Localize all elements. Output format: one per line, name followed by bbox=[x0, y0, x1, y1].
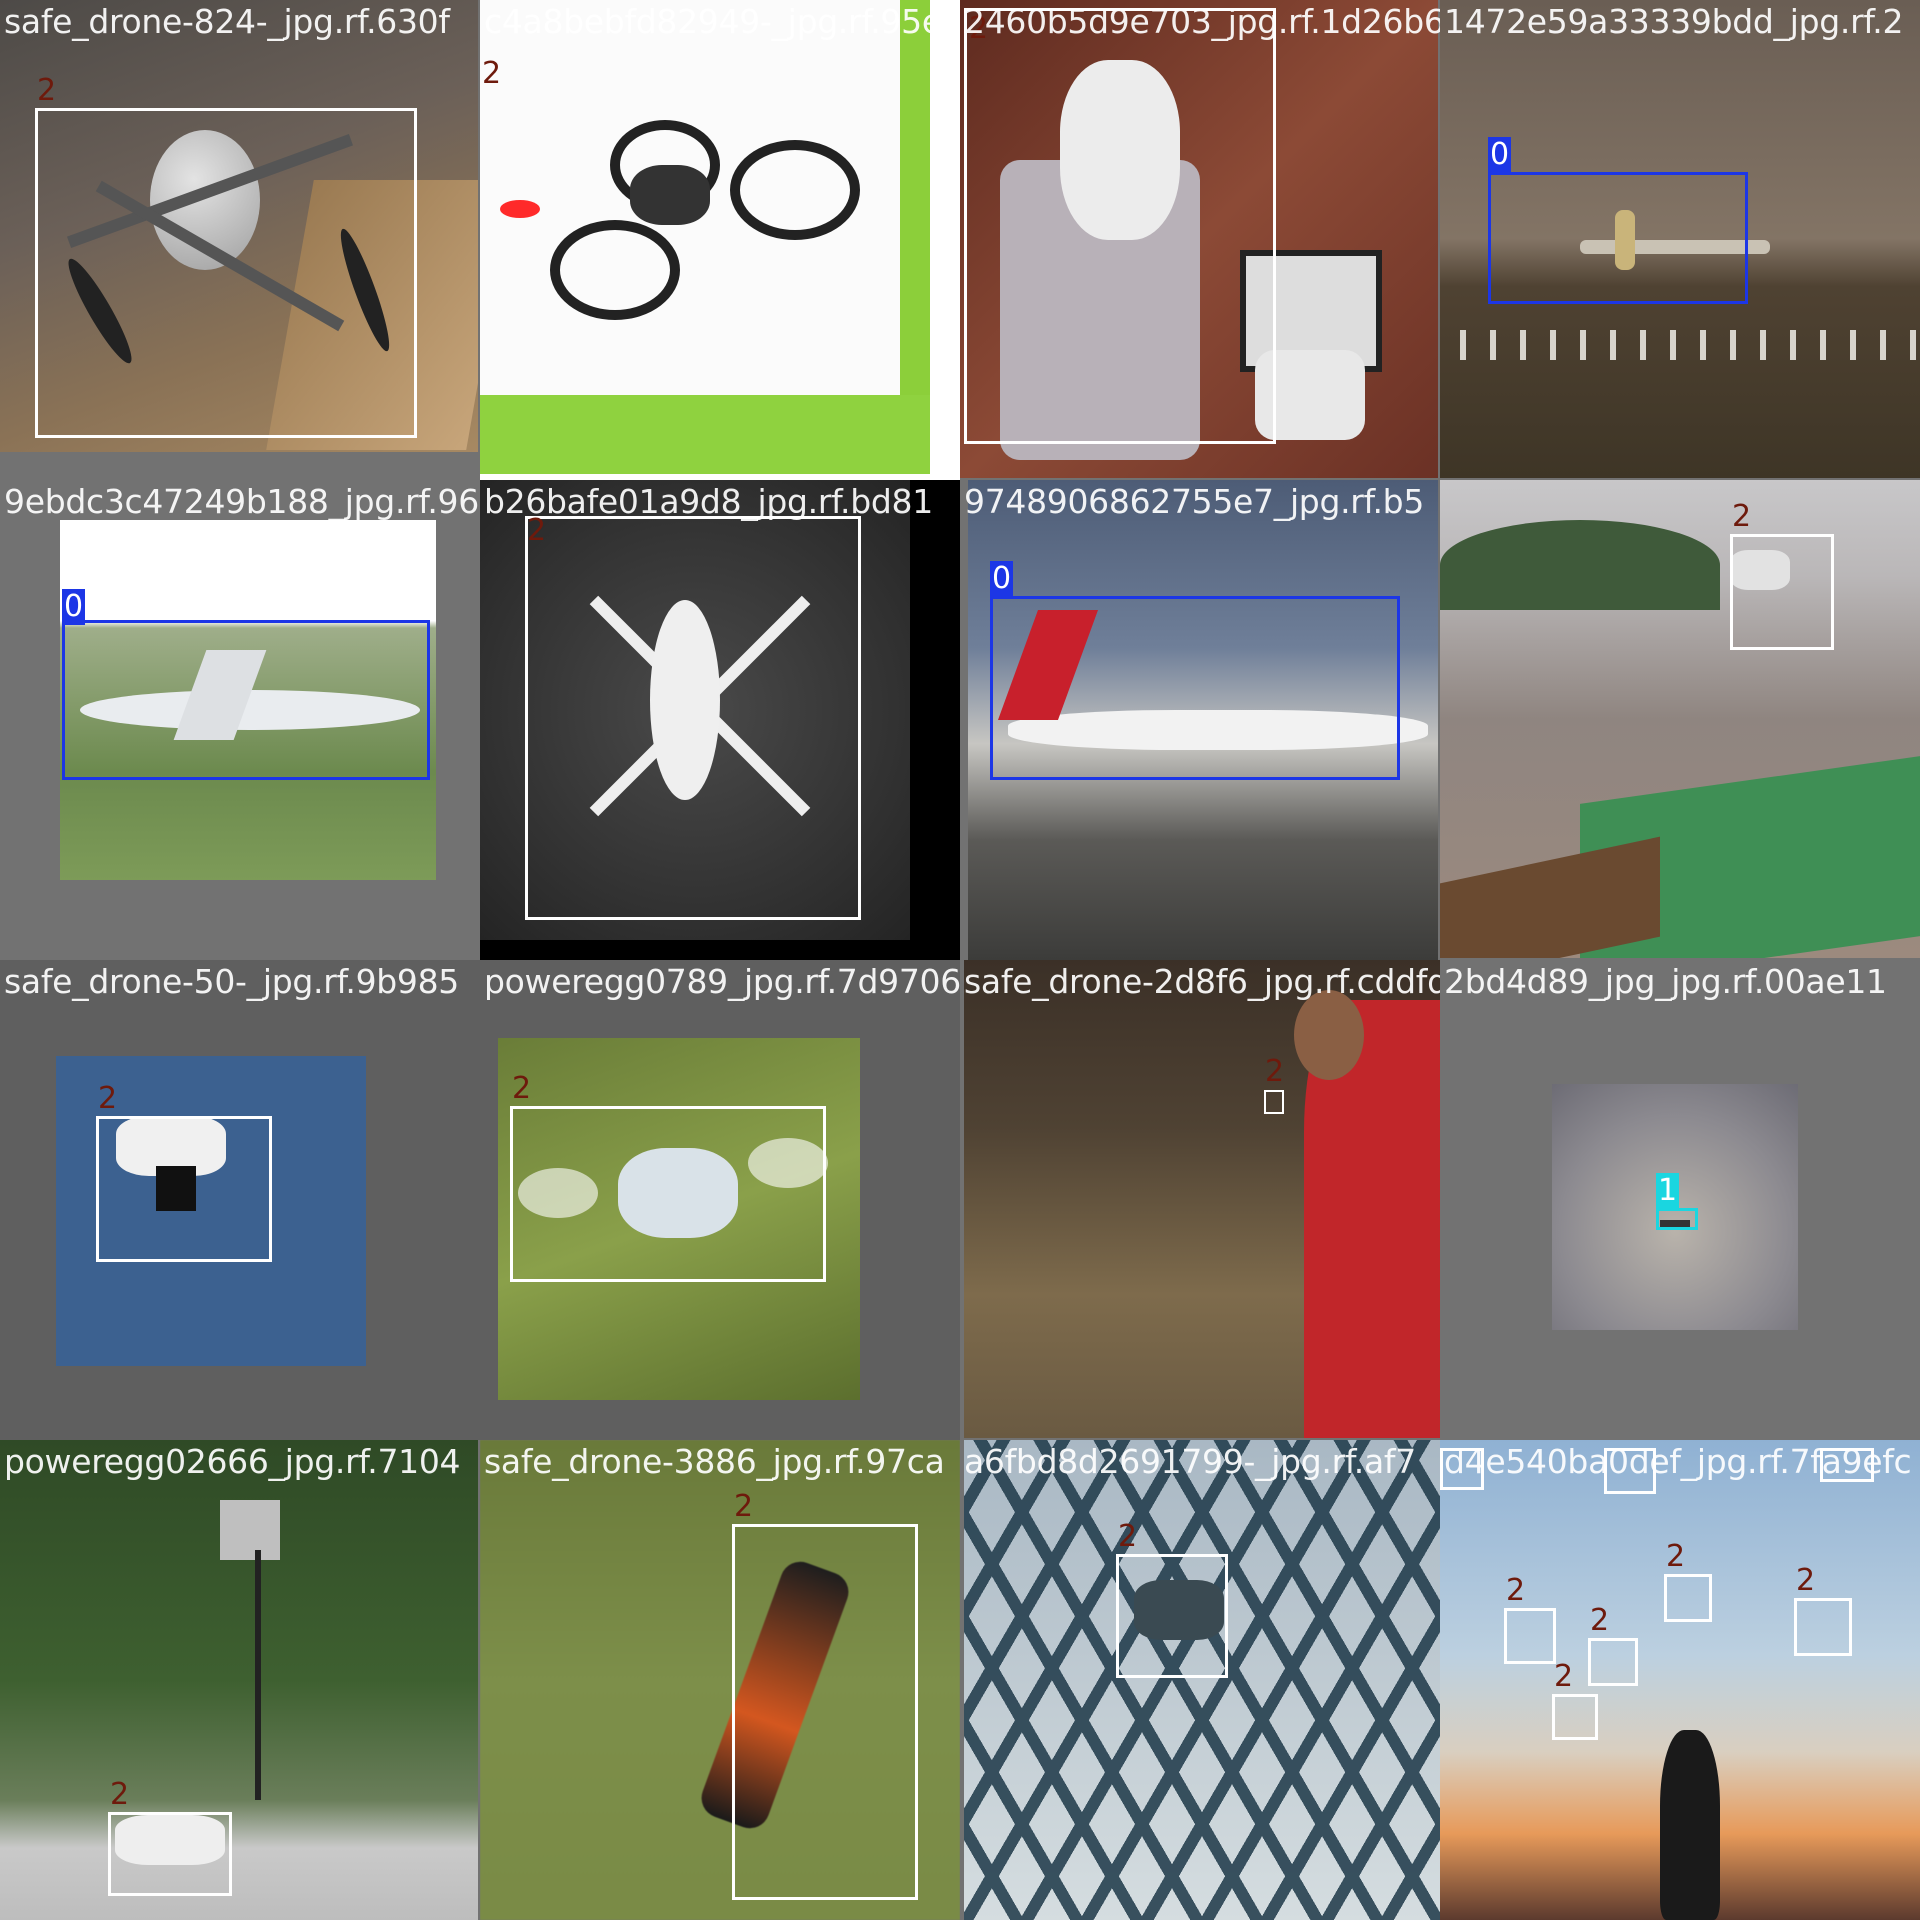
bbox-class-2: 2 bbox=[1116, 1519, 1228, 1678]
tile-13: safe_drone-3886_jpg.rf.97ca 2 bbox=[480, 1440, 960, 1920]
detection-mosaic: safe_drone-824-_jpg.rf.630f 2 c4a8bebfd8… bbox=[0, 0, 1920, 1920]
class-label: 2 bbox=[37, 73, 57, 108]
scene-backyard bbox=[0, 1440, 478, 1920]
class-label: 2 bbox=[1666, 1539, 1686, 1574]
tile-11: 2bd4d89_jpg_jpg.rf.00ae11 1 bbox=[1440, 960, 1920, 1440]
tile-filename: a6fbd8d2691799-_jpg.rf.af7 bbox=[964, 1442, 1416, 1481]
scene-field bbox=[964, 960, 1440, 1438]
tile-4: 9ebdc3c47249b188_jpg.rf.96 0 bbox=[0, 480, 480, 960]
tile-12: poweregg02666_jpg.rf.7104 2 bbox=[0, 1440, 480, 1920]
bbox-class-2: 2 bbox=[1552, 1659, 1598, 1740]
bbox-class-2: 2 bbox=[1794, 1563, 1852, 1656]
bbox-class-2: 2 bbox=[1730, 499, 1834, 650]
tile-filename: 2460b5d9e703_jpg.rf.1d26b6 bbox=[964, 2, 1440, 41]
bbox-class-0: 0 bbox=[1488, 137, 1748, 304]
bbox-class-2: 2 bbox=[480, 56, 501, 102]
bbox-class-2: 2 bbox=[1664, 1539, 1712, 1622]
bbox-class-0: 0 bbox=[62, 589, 430, 780]
class-label: 2 bbox=[1590, 1603, 1610, 1638]
bbox-class-2: 2 bbox=[525, 513, 861, 920]
class-label: 2 bbox=[1118, 1519, 1138, 1554]
tile-9: poweregg0789_jpg.rf.7d97069 2 bbox=[480, 960, 960, 1440]
bbox-class-2: 2 bbox=[1504, 1573, 1556, 1664]
bbox-class-2: 2 bbox=[108, 1777, 232, 1896]
tile-15: d4e540ba0def_jpg.rf.7fa9efc 2 2 2 2 2 2 … bbox=[1440, 1440, 1920, 1920]
bbox-class-2: 2 bbox=[510, 1071, 826, 1282]
tile-0: safe_drone-824-_jpg.rf.630f 2 bbox=[0, 0, 480, 480]
class-label: 2 bbox=[1554, 1659, 1574, 1694]
tile-1: c4a8bebfd82949-_jpg.rf.95e2 2 bbox=[480, 0, 960, 480]
tile-filename: 1472e59a33339bdd_jpg.rf.2 bbox=[1444, 2, 1904, 41]
drone-body bbox=[630, 165, 710, 225]
class-label: 2 bbox=[1796, 1563, 1816, 1598]
tile-14: a6fbd8d2691799-_jpg.rf.af7 2 bbox=[960, 1440, 1440, 1920]
tile-filename: safe_drone-3886_jpg.rf.97ca bbox=[484, 1442, 945, 1481]
bbox-class-2: 2 bbox=[96, 1081, 272, 1262]
scene-sunset bbox=[1440, 1440, 1920, 1920]
scene-product bbox=[480, 0, 930, 474]
class-label: 2 bbox=[1506, 1573, 1526, 1608]
tile-filename: 9ebdc3c47249b188_jpg.rf.96 bbox=[4, 482, 479, 521]
tile-filename: d4e540ba0def_jpg.rf.7fa9efc bbox=[1444, 1442, 1912, 1481]
tile-3: 1472e59a33339bdd_jpg.rf.2 0 bbox=[1440, 0, 1920, 480]
class-label: 2 bbox=[512, 1071, 532, 1106]
class-label: 1 bbox=[1656, 1173, 1680, 1209]
class-label: 2 bbox=[734, 1489, 754, 1524]
tile-filename: safe_drone-2d8f6_jpg.rf.cddfd bbox=[964, 962, 1440, 1001]
bbox-class-1: 1 bbox=[1656, 1173, 1698, 1230]
class-label: 2 bbox=[98, 1081, 118, 1116]
class-label: 0 bbox=[62, 589, 86, 625]
tile-filename: safe_drone-50-_jpg.rf.9b985 bbox=[4, 962, 459, 1001]
tile-8: safe_drone-50-_jpg.rf.9b985 2 bbox=[0, 960, 480, 1440]
bbox-class-2: 2 bbox=[732, 1489, 918, 1900]
bbox-class-2: 2 bbox=[35, 73, 417, 438]
tile-filename: b26bafe01a9d8_jpg.rf.bd81 bbox=[484, 482, 933, 521]
class-label: 2 bbox=[1265, 1054, 1285, 1089]
tile-filename: poweregg02666_jpg.rf.7104 bbox=[4, 1442, 461, 1481]
tile-2: 2460b5d9e703_jpg.rf.1d26b6 2 bbox=[960, 0, 1440, 480]
tile-filename: 9748906862755e7_jpg.rf.b5 bbox=[964, 482, 1425, 521]
scene-net bbox=[964, 1440, 1440, 1920]
class-label: 2 bbox=[482, 56, 502, 91]
tile-filename: safe_drone-824-_jpg.rf.630f bbox=[4, 2, 450, 41]
tile-10: safe_drone-2d8f6_jpg.rf.cddfd 2 bbox=[960, 960, 1440, 1440]
tile-filename: poweregg0789_jpg.rf.7d97069 bbox=[484, 962, 960, 1001]
scene-lake bbox=[1440, 480, 1920, 958]
class-label: 0 bbox=[990, 561, 1014, 597]
tile-7: 2 bbox=[1440, 480, 1920, 960]
bbox-class-2: 2 bbox=[964, 8, 1276, 444]
class-label: 0 bbox=[1488, 137, 1512, 173]
tile-filename: c4a8bebfd82949-_jpg.rf.95e2 bbox=[484, 2, 960, 41]
bbox-class-2: 2 bbox=[1588, 1603, 1638, 1686]
class-label: 2 bbox=[1732, 499, 1752, 534]
tile-5: b26bafe01a9d8_jpg.rf.bd81 2 bbox=[480, 480, 960, 960]
tile-6: 9748906862755e7_jpg.rf.b5 0 bbox=[960, 480, 1440, 960]
bbox-class-2: 2 bbox=[1264, 1054, 1284, 1114]
tile-filename: 2bd4d89_jpg_jpg.rf.00ae11 bbox=[1444, 962, 1887, 1001]
person-silhouette bbox=[1660, 1730, 1720, 1920]
bbox-class-0: 0 bbox=[990, 561, 1400, 780]
class-label: 2 bbox=[110, 1777, 130, 1812]
